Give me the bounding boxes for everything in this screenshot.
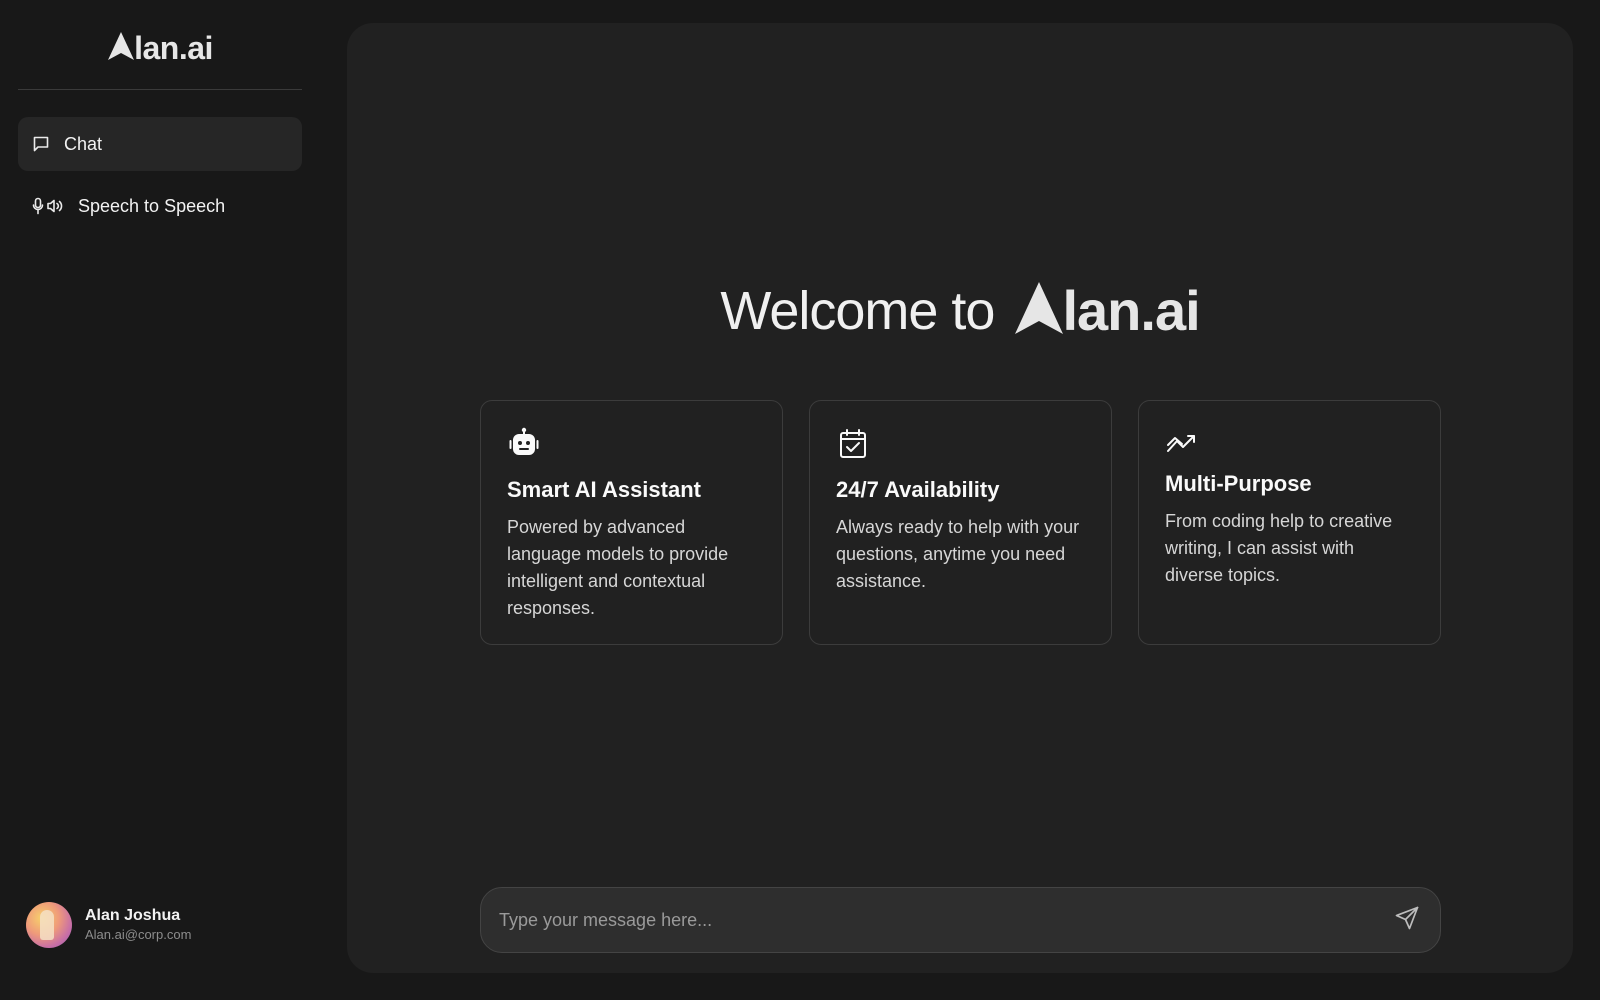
feature-cards: Smart AI Assistant Powered by advanced l… (480, 400, 1441, 645)
feature-card-availability: 24/7 Availability Always ready to help w… (809, 400, 1112, 645)
welcome-text: Welcome to (720, 280, 995, 341)
brand-logo[interactable]: lan.ai (107, 28, 213, 68)
chat-bubble-icon (32, 135, 50, 153)
triangle-a-logo-icon (107, 31, 135, 66)
triangle-a-logo-icon (1014, 281, 1064, 340)
user-name: Alan Joshua (85, 907, 181, 924)
sidebar-item-speech-to-speech[interactable]: Speech to Speech (18, 179, 302, 233)
welcome-brand-name: lan.ai (1062, 279, 1200, 342)
brand-name: lan.ai (134, 29, 213, 66)
app-root: lan.ai Chat Speech to Speech Alan Joshua… (0, 0, 1600, 1000)
microphone-speaker-icon (32, 197, 64, 215)
sidebar-nav: Chat Speech to Speech (18, 117, 302, 233)
card-title: Multi-Purpose (1165, 471, 1312, 496)
card-description: Powered by advanced language models to p… (507, 517, 729, 618)
card-description: From coding help to creative writing, I … (1165, 511, 1393, 585)
avatar (26, 902, 72, 948)
send-button[interactable] (1394, 905, 1420, 936)
feature-card-smart-ai: Smart AI Assistant Powered by advanced l… (480, 400, 783, 645)
trend-arrows-icon (1165, 427, 1414, 466)
card-title: Smart AI Assistant (507, 477, 701, 502)
welcome-heading: Welcome to lan.ai (347, 278, 1573, 343)
robot-icon (507, 427, 756, 466)
main-panel: Welcome to lan.ai Smart AI Assistant Pow… (347, 23, 1573, 973)
message-input[interactable] (499, 909, 1394, 931)
sidebar-item-chat[interactable]: Chat (18, 117, 302, 171)
user-email: Alan.ai@corp.com (85, 927, 192, 942)
feature-card-multi-purpose: Multi-Purpose From coding help to creati… (1138, 400, 1441, 645)
card-description: Always ready to help with your questions… (836, 517, 1080, 591)
welcome-brand-logo: lan.ai (1014, 278, 1201, 343)
sidebar-item-label: Speech to Speech (78, 195, 226, 216)
brand-header: lan.ai (18, 28, 302, 90)
message-composer (480, 887, 1441, 953)
send-icon (1394, 905, 1420, 936)
user-info: Alan Joshua Alan.ai@corp.com (85, 906, 191, 944)
sidebar: lan.ai Chat Speech to Speech Alan Joshua… (0, 0, 320, 1000)
calendar-check-icon (836, 427, 1085, 466)
user-profile[interactable]: Alan Joshua Alan.ai@corp.com (26, 902, 191, 948)
card-title: 24/7 Availability (836, 477, 1000, 502)
sidebar-item-label: Chat (64, 133, 103, 154)
